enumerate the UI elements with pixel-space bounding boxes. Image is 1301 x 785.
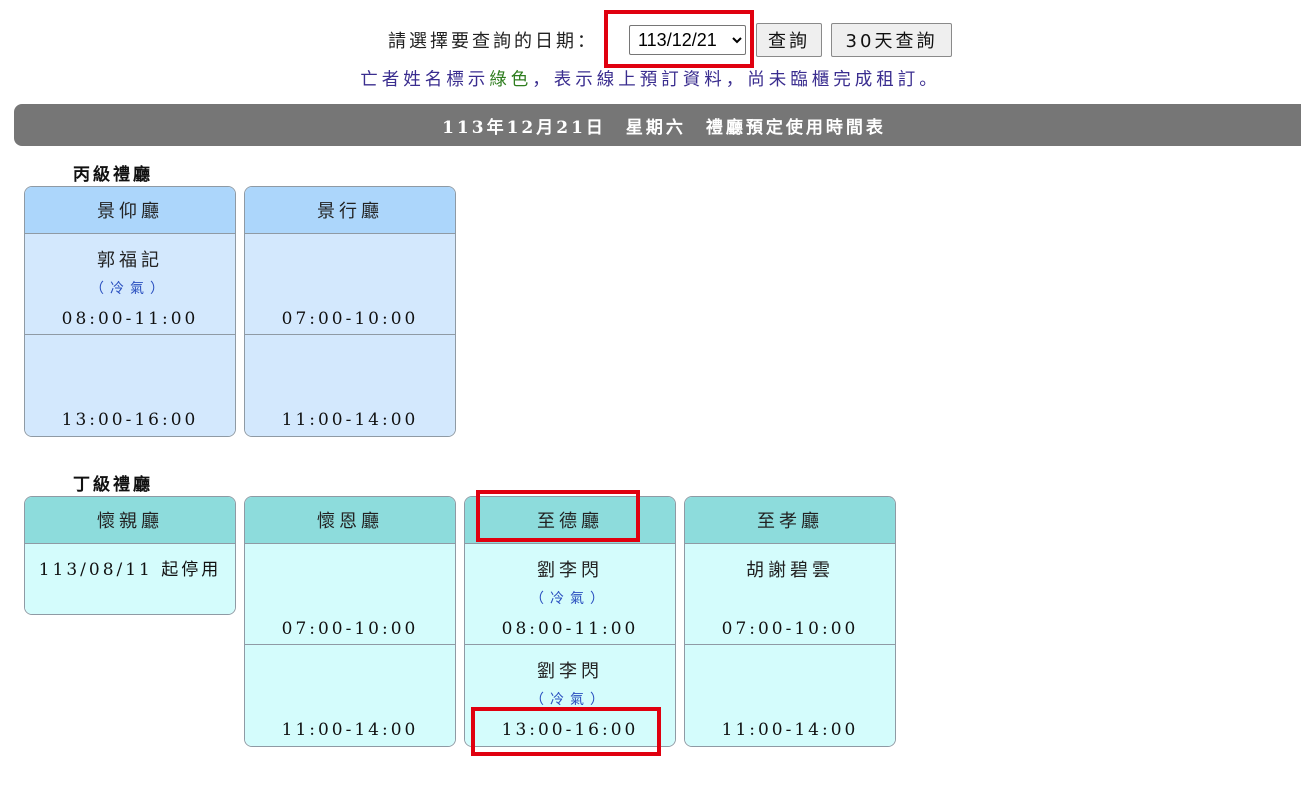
- query-row: 請選擇要查詢的日期： 113/12/21 查詢 30天查詢: [0, 22, 1301, 58]
- time-slot: 劉李閃 （冷氣） 13:00-16:00: [465, 645, 675, 746]
- hall-name[interactable]: 懷親廳: [25, 497, 235, 544]
- time-slot: 郭福記 （冷氣） 08:00-11:00: [25, 234, 235, 335]
- slot-time: 11:00-14:00: [281, 410, 419, 430]
- hall-card: 至孝廳 胡謝碧雲 07:00-10:00 11:00-14:00: [684, 496, 896, 747]
- deceased-name: 郭福記: [97, 250, 163, 271]
- query-30-days-button[interactable]: 30天查詢: [831, 23, 952, 57]
- section-heading-grade-d: 丁級禮廳: [73, 475, 153, 495]
- hall-card: 懷親廳 113/08/11 起停用: [24, 496, 236, 615]
- slot-time: 07:00-10:00: [281, 619, 419, 639]
- hall-name[interactable]: 至德廳: [465, 497, 675, 544]
- time-slot: 11:00-14:00: [245, 645, 455, 746]
- closed-notice: 113/08/11 起停用: [38, 560, 222, 580]
- section-heading-grade-c: 丙級禮廳: [73, 165, 153, 185]
- hall-name[interactable]: 至孝廳: [685, 497, 895, 544]
- air-conditioning-tag: （冷氣）: [530, 591, 610, 607]
- time-slot: 劉李閃 （冷氣） 08:00-11:00: [465, 544, 675, 645]
- schedule-title-bar: 113年12月21日 星期六 禮廳預定使用時間表: [14, 104, 1301, 146]
- time-slot: 11:00-14:00: [685, 645, 895, 746]
- time-slot: 胡謝碧雲 07:00-10:00: [685, 544, 895, 645]
- air-conditioning-tag: （冷氣）: [90, 281, 170, 297]
- note-green-word: 綠色: [489, 70, 533, 90]
- slot-time: 13:00-16:00: [501, 720, 639, 740]
- note-text-after: ，表示線上預訂資料，尚未臨櫃完成租訂。: [532, 70, 941, 90]
- time-slot: 11:00-14:00: [245, 335, 455, 436]
- date-query-label: 請選擇要查詢的日期：: [388, 31, 598, 52]
- slot-time: 11:00-14:00: [281, 720, 419, 740]
- hall-name[interactable]: 景行廳: [245, 187, 455, 234]
- deceased-name: 劉李閃: [537, 560, 603, 581]
- time-slot: 07:00-10:00: [245, 234, 455, 335]
- slot-time: 13:00-16:00: [61, 410, 199, 430]
- hall-card: 景行廳 07:00-10:00 11:00-14:00: [244, 186, 456, 437]
- time-slot: 13:00-16:00: [25, 335, 235, 436]
- hall-name[interactable]: 景仰廳: [25, 187, 235, 234]
- slot-time: 08:00-11:00: [61, 309, 199, 329]
- hall-card: 景仰廳 郭福記 （冷氣） 08:00-11:00 13:00-16:00: [24, 186, 236, 437]
- query-button[interactable]: 查詢: [756, 23, 822, 57]
- closed-notice-slot: 113/08/11 起停用: [25, 544, 235, 614]
- hall-name[interactable]: 懷恩廳: [245, 497, 455, 544]
- slot-time: 07:00-10:00: [721, 619, 859, 639]
- hall-card: 至德廳 劉李閃 （冷氣） 08:00-11:00 劉李閃 （冷氣） 13:00-…: [464, 496, 676, 747]
- hall-card: 懷恩廳 07:00-10:00 11:00-14:00: [244, 496, 456, 747]
- time-slot: 07:00-10:00: [245, 544, 455, 645]
- slot-time: 07:00-10:00: [281, 309, 419, 329]
- air-conditioning-tag: （冷氣）: [530, 692, 610, 708]
- date-select[interactable]: 113/12/21: [629, 25, 746, 55]
- legend-note: 亡者姓名標示綠色，表示線上預訂資料，尚未臨櫃完成租訂。: [0, 66, 1301, 91]
- slot-time: 11:00-14:00: [721, 720, 859, 740]
- slot-time: 08:00-11:00: [501, 619, 639, 639]
- note-text-before: 亡者姓名標示: [360, 70, 490, 90]
- deceased-name: 胡謝碧雲: [746, 560, 834, 581]
- deceased-name: 劉李閃: [537, 661, 603, 682]
